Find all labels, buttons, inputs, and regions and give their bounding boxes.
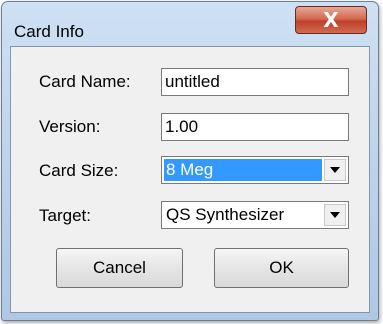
version-input[interactable]: 1.00 [161,113,349,141]
card-size-value: 8 Meg [164,159,322,181]
target-select[interactable]: QS Synthesizer [161,201,349,229]
close-icon: X [323,8,339,32]
card-name-input[interactable]: untitled [161,68,349,96]
dialog-body: Card Name: untitled Version: 1.00 Card S… [10,46,370,313]
card-name-label: Card Name: [39,72,131,91]
card-size-select[interactable]: 8 Meg [161,156,349,184]
target-value: QS Synthesizer [166,205,285,224]
ok-button[interactable]: OK [214,248,349,288]
version-label: Version: [39,117,101,136]
dialog-title: Card Info [14,22,84,41]
target-label: Target: [39,206,91,225]
card-size-label: Card Size: [39,161,119,180]
chevron-down-icon[interactable] [324,159,346,181]
card-info-dialog: Card Info X Card Name: untitled Version:… [1,1,379,321]
cancel-button[interactable]: Cancel [56,248,183,288]
title-bar[interactable]: Card Info X [2,2,378,46]
close-button[interactable]: X [295,6,367,34]
chevron-down-icon[interactable] [324,204,346,226]
